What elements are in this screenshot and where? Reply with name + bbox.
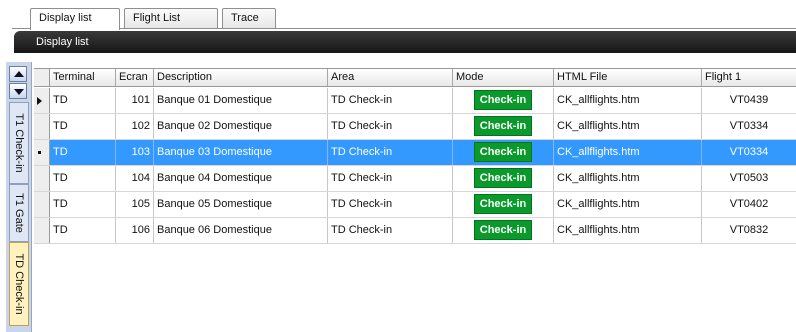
cell-flight-1[interactable]: VT0402 [702,192,796,217]
row-indicator[interactable] [34,88,50,113]
arrow-down-icon [14,89,24,95]
cell-ecran[interactable]: 106 [116,218,154,243]
table-row[interactable]: TD 103 Banque 03 Domestique TD Check-in Chec… [34,140,796,166]
cell-area[interactable]: TD Check-in [328,88,453,113]
cell-description[interactable]: Banque 06 Domestique [154,218,328,243]
row-indicator[interactable] [34,192,50,217]
table-row[interactable]: TD 105 Banque 05 Domestique TD Check-in Chec… [34,192,796,218]
column-header-description[interactable]: Description [154,69,328,86]
row-indicator[interactable] [34,114,50,139]
scroll-down-button[interactable] [9,83,27,99]
grid-header: Terminal Ecran Description Area Mode HTM… [34,68,796,87]
current-row-arrow-icon [37,97,42,105]
tab-label: Display list [39,12,92,24]
column-header-terminal[interactable]: Terminal [50,69,116,86]
panel-title-bar: Display list [14,31,796,53]
side-tab-td-check-in[interactable]: TD Check-in [9,242,29,326]
tab-trace[interactable]: Trace [222,8,276,29]
row-indicator-header[interactable] [34,69,50,86]
cell-html-file[interactable]: CK_allflights.htm [554,218,702,243]
tab-divider [12,28,796,29]
cell-area[interactable]: TD Check-in [328,166,453,191]
table-row[interactable]: TD 104 Banque 04 Domestique TD Check-in Chec… [34,166,796,192]
side-tab-column: T1 Check-in T1 Gate TD Check-in [6,62,32,332]
row-indicator[interactable] [34,218,50,243]
cell-area[interactable]: TD Check-in [328,114,453,139]
cell-description[interactable]: Banque 03 Domestique [154,140,328,165]
cell-area[interactable]: TD Check-in [328,218,453,243]
mode-badge: Check-in [473,168,533,188]
side-tab-label: TD Check-in [13,253,25,315]
tab-display-list[interactable]: Display list [30,8,120,30]
mode-badge: Check-in [473,142,533,162]
row-indicator[interactable] [34,140,50,165]
cell-mode[interactable]: Check-in [453,88,554,113]
cell-area[interactable]: TD Check-in [328,140,453,165]
cell-terminal[interactable]: TD [50,166,116,191]
edit-row-dot-icon [38,151,41,154]
cell-html-file[interactable]: CK_allflights.htm [554,166,702,191]
cell-ecran[interactable]: 105 [116,192,154,217]
cell-flight-1[interactable]: VT0334 [702,140,796,165]
tab-label: Flight List [133,12,181,24]
cell-mode[interactable]: Check-in [453,114,554,139]
panel-title: Display list [36,36,89,48]
mode-badge: Check-in [473,220,533,240]
column-header-mode[interactable]: Mode [453,69,554,86]
side-tab-label: T1 Gate [13,193,25,233]
cell-ecran[interactable]: 101 [116,88,154,113]
cell-ecran[interactable]: 102 [116,114,154,139]
cell-html-file[interactable]: CK_allflights.htm [554,114,702,139]
cell-terminal[interactable]: TD [50,88,116,113]
cell-mode[interactable]: Check-in [453,218,554,243]
cell-description[interactable]: Banque 05 Domestique [154,192,328,217]
cell-description[interactable]: Banque 04 Domestique [154,166,328,191]
tab-label: Trace [231,12,259,24]
arrow-up-icon [14,71,24,77]
cell-flight-1[interactable]: VT0503 [702,166,796,191]
cell-terminal[interactable]: TD [50,218,116,243]
column-header-ecran[interactable]: Ecran [116,69,154,86]
tab-flight-list[interactable]: Flight List [124,8,218,29]
mode-badge: Check-in [473,194,533,214]
mode-badge: Check-in [473,116,533,136]
cell-terminal[interactable]: TD [50,140,116,165]
cell-terminal[interactable]: TD [50,192,116,217]
cell-area[interactable]: TD Check-in [328,192,453,217]
cell-html-file[interactable]: CK_allflights.htm [554,88,702,113]
cell-description[interactable]: Banque 02 Domestique [154,114,328,139]
cell-mode[interactable]: Check-in [453,140,554,165]
side-tab-label: T1 Check-in [13,113,25,173]
cell-html-file[interactable]: CK_allflights.htm [554,140,702,165]
column-header-html-file[interactable]: HTML File [554,69,702,86]
cell-flight-1[interactable]: VT0334 [702,114,796,139]
column-header-area[interactable]: Area [328,69,453,86]
side-tab-t1-check-in[interactable]: T1 Check-in [9,102,29,184]
cell-flight-1[interactable]: VT0832 [702,218,796,243]
cell-description[interactable]: Banque 01 Domestique [154,88,328,113]
mode-badge: Check-in [473,90,533,110]
scroll-up-button[interactable] [9,66,27,82]
cell-ecran[interactable]: 103 [116,140,154,165]
table-row[interactable]: TD 102 Banque 02 Domestique TD Check-in Chec… [34,114,796,140]
cell-terminal[interactable]: TD [50,114,116,139]
table-row[interactable]: TD 101 Banque 01 Domestique TD Check-in Chec… [34,88,796,114]
cell-html-file[interactable]: CK_allflights.htm [554,192,702,217]
row-indicator[interactable] [34,166,50,191]
cell-flight-1[interactable]: VT0439 [702,88,796,113]
cell-mode[interactable]: Check-in [453,192,554,217]
cell-mode[interactable]: Check-in [453,166,554,191]
column-header-flight-1[interactable]: Flight 1 [702,69,796,86]
table-row[interactable]: TD 106 Banque 06 Domestique TD Check-in Chec… [34,218,796,244]
side-tab-t1-gate[interactable]: T1 Gate [9,184,29,242]
cell-ecran[interactable]: 104 [116,166,154,191]
